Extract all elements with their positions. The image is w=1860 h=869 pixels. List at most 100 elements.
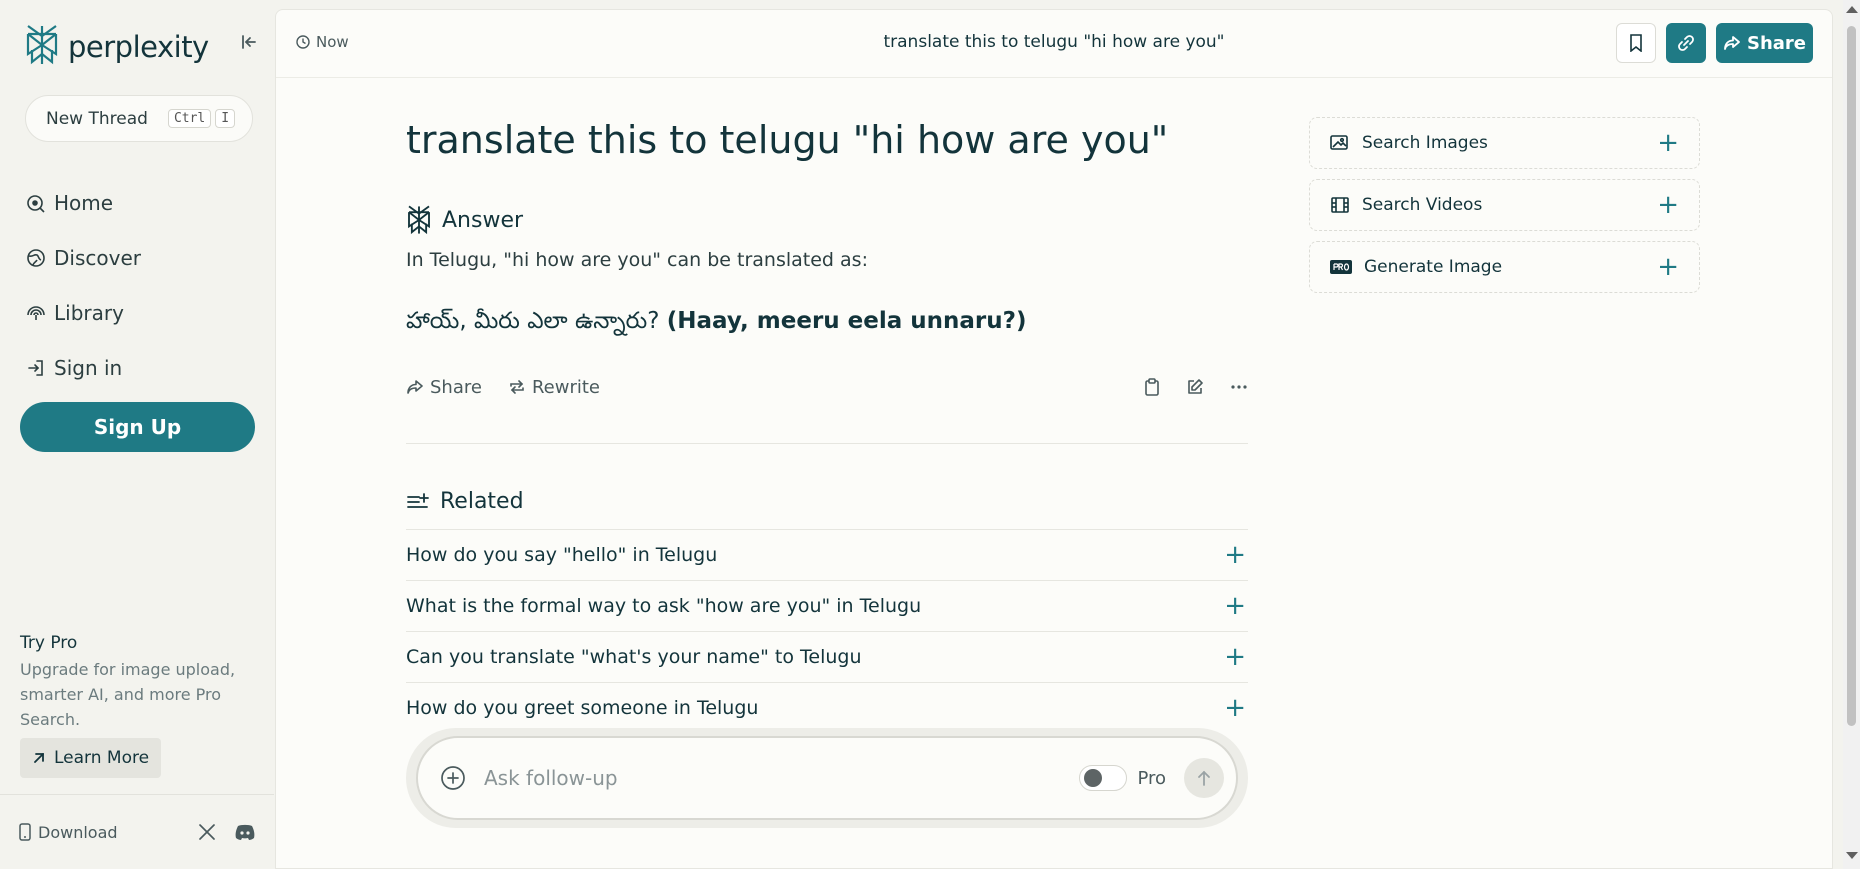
more-options-icon[interactable]	[1230, 378, 1248, 396]
sidebar-item-home[interactable]: Home	[26, 175, 141, 230]
new-thread-button[interactable]: New Thread Ctrl I	[25, 95, 253, 142]
sidebar-item-sign-in[interactable]: Sign in	[26, 340, 141, 395]
sidebar-nav: Home Discover Library Sign in	[26, 175, 141, 395]
video-icon	[1331, 197, 1349, 213]
pro-toggle[interactable]	[1079, 765, 1128, 791]
phone-icon	[19, 823, 31, 841]
plus-icon: +	[1657, 190, 1679, 220]
generate-image-card[interactable]: Generate Image +	[1309, 241, 1700, 293]
link-icon	[1678, 35, 1694, 51]
try-pro-panel: Try Pro Upgrade for image upload, smarte…	[20, 633, 250, 778]
logo[interactable]: perplexity	[24, 24, 209, 70]
related-question[interactable]: What is the formal way to ask "how are y…	[406, 580, 1248, 631]
generate-image-label: Generate Image	[1364, 257, 1503, 277]
share-label: Share	[1746, 32, 1806, 54]
search-videos-card[interactable]: Search Videos +	[1309, 179, 1700, 231]
arrow-up-right-icon	[34, 753, 44, 763]
related-heading-label: Related	[440, 489, 524, 514]
answer-heading-label: Answer	[442, 207, 524, 233]
plus-icon: +	[1224, 540, 1246, 570]
scroll-thumb[interactable]	[1847, 26, 1856, 726]
sidebar-item-label: Library	[54, 300, 124, 325]
submit-button[interactable]	[1184, 758, 1224, 798]
copy-icon[interactable]	[1144, 378, 1160, 396]
try-pro-title: Try Pro	[20, 633, 78, 653]
related-question[interactable]: How do you greet someone in Telugu +	[406, 682, 1248, 733]
sidebar-item-label: Sign in	[54, 355, 123, 380]
learn-more-label: Learn More	[54, 748, 150, 768]
collapse-icon	[242, 35, 256, 49]
related-question[interactable]: How do you say "hello" in Telugu +	[406, 529, 1248, 580]
related-list-icon	[407, 492, 429, 508]
related-question-text: How do you greet someone in Telugu	[406, 697, 759, 719]
sidebar-item-discover[interactable]: Discover	[26, 230, 141, 285]
download-link[interactable]: Download	[18, 823, 118, 842]
share-arrow-icon	[1724, 36, 1740, 50]
answer-translation: హాయ్, మీరు ఎలా ఉన్నారు? (Haay, meeru eel…	[406, 308, 1027, 340]
sidebar-item-label: Home	[54, 190, 114, 215]
share-arrow-icon	[407, 380, 423, 394]
answer-telugu-text: హాయ్, మీరు ఎలా ఉన్నారు?	[406, 308, 660, 334]
scroll-down-arrow-icon[interactable]	[1846, 852, 1858, 859]
library-icon	[27, 305, 45, 320]
sidebar-item-label: Discover	[54, 245, 141, 270]
answer-share-button[interactable]: Share	[406, 377, 482, 398]
sidebar: perplexity New Thread Ctrl I Home Discov…	[0, 0, 274, 869]
related-question[interactable]: Can you translate "what's your name" to …	[406, 631, 1248, 682]
follow-up-bar: Pro	[406, 728, 1248, 828]
plus-icon: +	[1224, 693, 1246, 723]
sign-up-button[interactable]: Sign Up	[20, 402, 255, 452]
related-heading: Related	[406, 489, 524, 514]
thread-header: Now translate this to telugu "hi how are…	[276, 10, 1832, 78]
perplexity-logo-icon	[24, 24, 60, 70]
download-label: Download	[38, 822, 118, 842]
related-question-text: Can you translate "what's your name" to …	[406, 646, 862, 668]
home-icon	[27, 194, 45, 213]
pro-badge-icon	[1330, 260, 1352, 274]
plus-icon: +	[1657, 128, 1679, 158]
shortcut-key-i: I	[215, 109, 236, 128]
x-twitter-icon[interactable]	[198, 823, 216, 841]
new-thread-label: New Thread	[46, 108, 148, 129]
pro-label: Pro	[1137, 767, 1166, 789]
sidebar-item-library[interactable]: Library	[26, 285, 141, 340]
scroll-up-arrow-icon[interactable]	[1846, 6, 1858, 13]
image-icon	[1330, 135, 1348, 150]
page-title: translate this to telugu "hi how are you…	[406, 118, 1169, 162]
edit-icon[interactable]	[1186, 378, 1204, 396]
rewrite-button[interactable]: Rewrite	[508, 377, 600, 398]
answer-transliteration: (Haay, meeru eela unnaru?)	[666, 308, 1027, 334]
bookmark-icon	[1630, 34, 1642, 52]
answer-share-label: Share	[430, 376, 482, 398]
collapse-sidebar-button[interactable]	[237, 32, 261, 56]
discord-icon[interactable]	[234, 823, 256, 841]
shortcut-key-ctrl: Ctrl	[167, 109, 212, 128]
logo-text: perplexity	[68, 30, 209, 64]
globe-icon	[27, 248, 45, 267]
sidebar-footer: Download	[0, 794, 274, 869]
sign-in-icon	[28, 359, 43, 376]
perplexity-answer-icon	[408, 205, 430, 235]
follow-up-input[interactable]	[484, 766, 1080, 790]
scrollbar[interactable]	[1843, 0, 1860, 869]
related-question-text: What is the formal way to ask "how are y…	[406, 595, 922, 617]
main-panel: Now translate this to telugu "hi how are…	[275, 9, 1833, 869]
share-button[interactable]: Share	[1716, 23, 1813, 63]
bookmark-button[interactable]	[1616, 23, 1656, 63]
plus-icon: +	[1657, 252, 1679, 282]
try-pro-description: Upgrade for image upload, smarter AI, an…	[20, 660, 236, 729]
arrow-up-icon	[1198, 770, 1210, 786]
search-images-label: Search Images	[1362, 133, 1488, 153]
attach-plus-icon[interactable]	[440, 765, 466, 791]
answer-heading: Answer	[406, 205, 523, 235]
learn-more-button[interactable]: Learn More	[20, 738, 162, 778]
plus-icon: +	[1224, 642, 1246, 672]
copy-link-button[interactable]	[1666, 23, 1706, 63]
follow-up-box: Pro	[416, 736, 1238, 820]
search-videos-label: Search Videos	[1362, 195, 1483, 215]
answer-intro: In Telugu, "hi how are you" can be trans…	[406, 249, 868, 271]
rewrite-icon	[510, 380, 524, 394]
search-images-card[interactable]: Search Images +	[1309, 117, 1700, 169]
plus-icon: +	[1224, 591, 1246, 621]
thread-title: translate this to telugu "hi how are you…	[883, 32, 1225, 52]
